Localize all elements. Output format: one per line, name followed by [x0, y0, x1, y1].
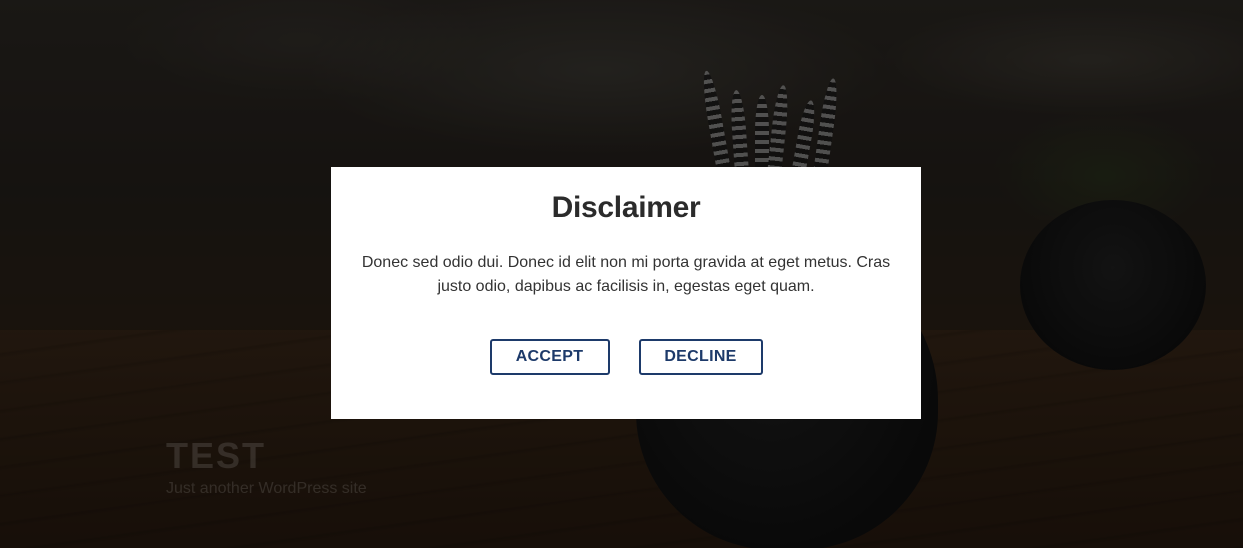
disclaimer-dialog: Disclaimer Donec sed odio dui. Donec id … [331, 167, 921, 419]
page: TEST Just another WordPress site Disclai… [0, 0, 1243, 548]
site-branding: TEST Just another WordPress site [166, 436, 367, 498]
decline-button[interactable]: DECLINE [638, 339, 763, 375]
site-tagline: Just another WordPress site [166, 480, 367, 497]
site-title[interactable]: TEST [166, 436, 367, 476]
dialog-body-text: Donec sed odio dui. Donec id elit non mi… [361, 254, 891, 295]
accept-button[interactable]: ACCEPT [489, 339, 610, 375]
dialog-actions: ACCEPT DECLINE [331, 339, 921, 375]
dialog-title: Disclaimer [551, 191, 701, 224]
